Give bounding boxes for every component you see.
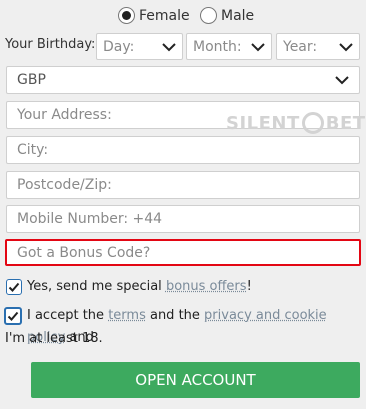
watermark-ball-icon <box>301 112 324 134</box>
chevron-down-icon <box>251 42 265 51</box>
accept-part-1: I accept the <box>27 308 109 323</box>
male-radio[interactable] <box>200 7 217 24</box>
male-label: Male <box>221 7 255 24</box>
birthday-month-select[interactable]: Month: <box>186 33 272 60</box>
radio-selected-dot <box>122 11 131 20</box>
birthday-day-select[interactable]: Day: <box>96 33 183 60</box>
mobile-field[interactable] <box>6 205 360 233</box>
birthday-year-select[interactable]: Year: <box>276 33 360 60</box>
age-confirmation-text: I'm at least 18. <box>5 331 103 346</box>
watermark-left-text: SILENT <box>226 112 300 134</box>
terms-link[interactable]: terms <box>108 308 146 323</box>
city-input[interactable] <box>17 142 349 158</box>
offers-checkbox[interactable] <box>6 279 22 295</box>
chevron-down-icon <box>335 76 349 85</box>
watermark-right-text: BET <box>325 112 366 134</box>
postcode-input[interactable] <box>17 177 349 193</box>
currency-select[interactable]: GBP <box>6 66 360 94</box>
terms-checkbox[interactable] <box>4 307 22 325</box>
month-select-value: Month: <box>193 38 242 55</box>
city-field[interactable] <box>6 136 360 164</box>
female-label: Female <box>139 7 190 24</box>
offers-suffix: ! <box>246 279 252 294</box>
chevron-down-icon <box>339 42 353 51</box>
day-select-value: Day: <box>103 38 135 55</box>
open-account-button[interactable]: OPEN ACCOUNT <box>31 362 360 398</box>
bonus-code-input[interactable] <box>17 244 349 261</box>
chevron-down-icon <box>162 42 176 51</box>
bonus-offers-link[interactable]: bonus offers <box>166 279 247 294</box>
postcode-field[interactable] <box>6 171 360 199</box>
accept-part-2: and the <box>145 308 205 323</box>
gender-female-option[interactable]: Female <box>118 7 190 24</box>
offers-prefix: Yes, send me special <box>27 279 166 294</box>
checkmark-icon <box>7 311 19 321</box>
year-select-value: Year: <box>283 38 318 55</box>
mobile-input[interactable] <box>17 211 349 227</box>
checkmark-icon <box>8 282 20 292</box>
female-radio[interactable] <box>118 7 135 24</box>
gender-male-option[interactable]: Male <box>200 7 254 24</box>
currency-select-value: GBP <box>17 72 46 88</box>
silentbet-watermark: SILENT BET <box>226 112 366 134</box>
birthday-label: Your Birthday: <box>5 37 96 52</box>
offers-consent-text: Yes, send me special bonus offers! <box>27 276 252 298</box>
bonus-code-field[interactable] <box>5 239 361 266</box>
